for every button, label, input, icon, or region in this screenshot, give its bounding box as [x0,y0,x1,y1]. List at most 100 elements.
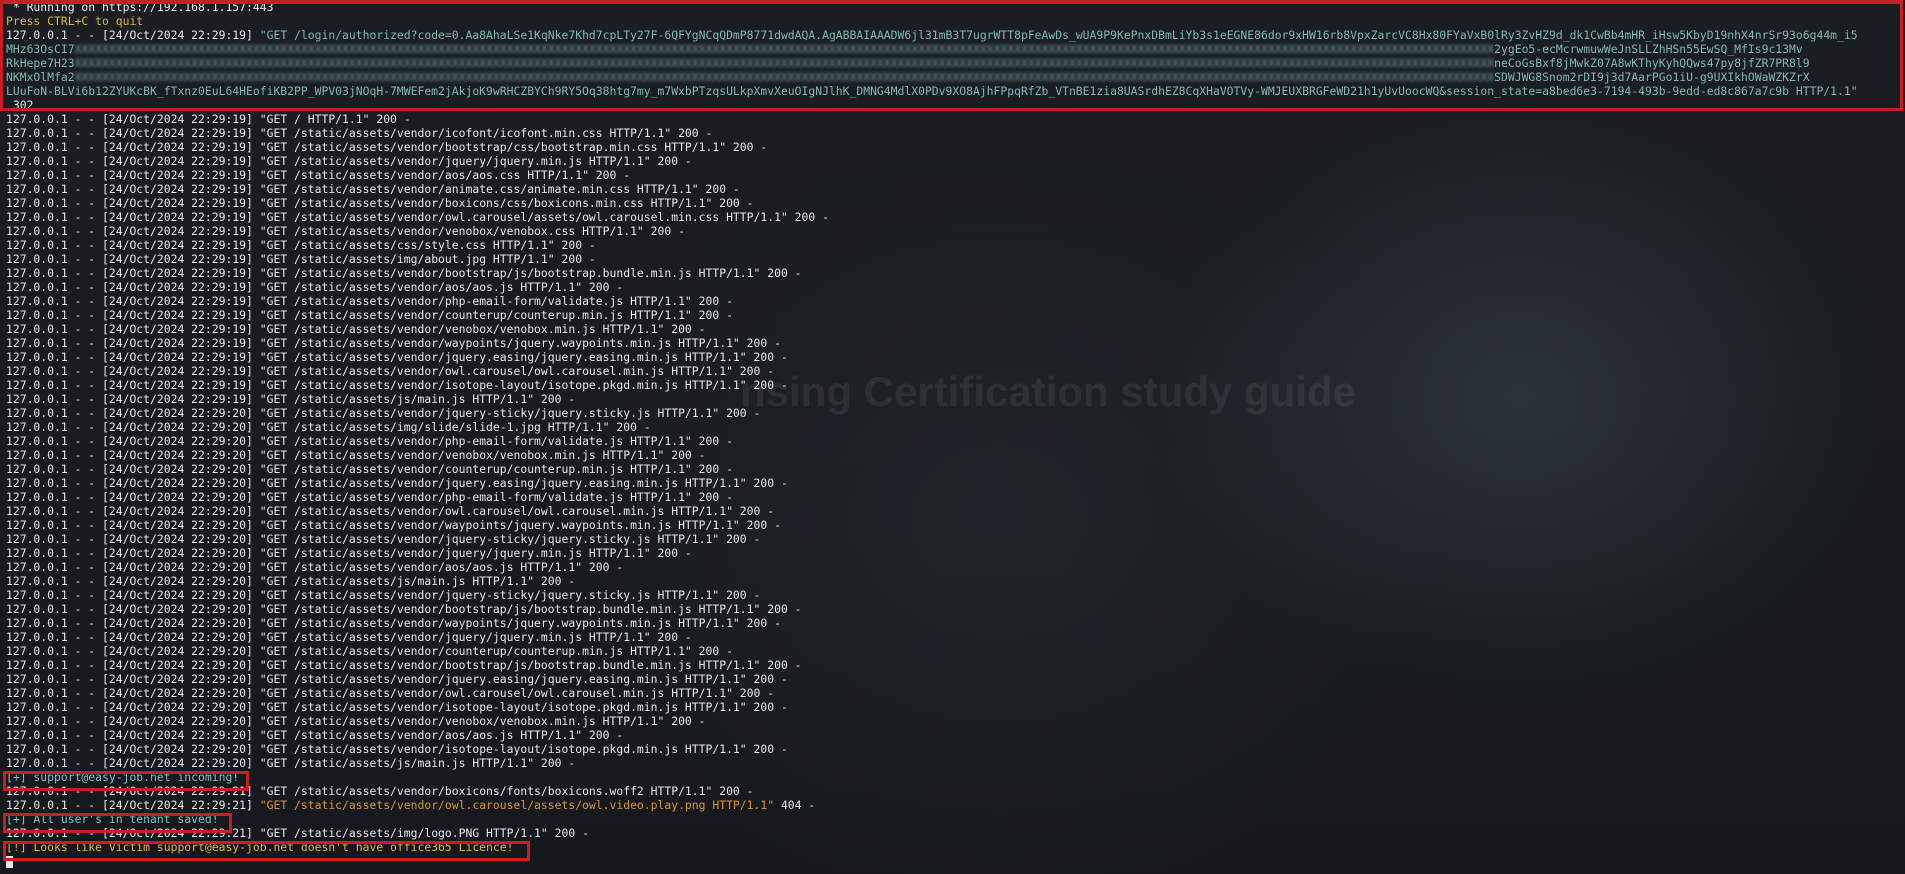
log-request: "GET /static/assets/vendor/jquery.easing… [259,672,788,686]
auth-request-line-5: LUuFoN-BLVi6b12ZYUKcBK_fTxnz0EuL64HEofiK… [6,84,1858,98]
log-prefix: 127.0.0.1 - - [24/Oct/2024 22:29:19] [6,238,260,252]
log-prefix: 127.0.0.1 - - [24/Oct/2024 22:29:19] [6,308,260,322]
tenant-saved-line: [+] All user's in tenant saved! [6,812,219,826]
cursor-line[interactable] [6,854,1901,868]
log-request: "GET /static/assets/vendor/venobox/venob… [259,448,706,462]
log-line: 127.0.0.1 - - [24/Oct/2024 22:29:19] "GE… [6,294,1901,308]
log-line: 127.0.0.1 - - [24/Oct/2024 22:29:20] "GE… [6,462,1901,476]
log-line: 127.0.0.1 - - [24/Oct/2024 22:29:19] "GE… [6,280,1901,294]
log-request: "GET /static/assets/vendor/waypoints/jqu… [259,518,781,532]
terminal-cursor [6,855,13,868]
log-status-404: 404 - [774,798,816,812]
log-line: 127.0.0.1 - - [24/Oct/2024 22:29:19] "GE… [6,350,1901,364]
log-line: 127.0.0.1 - - [24/Oct/2024 22:29:19] "GE… [6,322,1901,336]
auth-token-start-3: RkHepe7H23 [6,56,75,70]
log-prefix: 127.0.0.1 - - [24/Oct/2024 22:29:20] [6,672,260,686]
auth-token-start-4: NKMxOlMfa2 [6,70,75,84]
log-request: "GET /static/assets/vendor/aos/aos.js HT… [259,728,624,742]
log-prefix: 127.0.0.1 - - [24/Oct/2024 22:29:19] [6,280,260,294]
log-line: 127.0.0.1 - - [24/Oct/2024 22:29:20] "GE… [6,504,1901,518]
log-prefix: 127.0.0.1 - - [24/Oct/2024 22:29:20] [6,476,260,490]
quit-hint-line: Press CTRL+C to quit [6,14,144,28]
log-line: 127.0.0.1 - - [24/Oct/2024 22:29:19] "GE… [6,112,1901,126]
log-prefix: 127.0.0.1 - - [24/Oct/2024 22:29:19] [6,210,260,224]
log-prefix: 127.0.0.1 - - [24/Oct/2024 22:29:19] [6,336,260,350]
log-line: 127.0.0.1 - - [24/Oct/2024 22:29:19] "GE… [6,336,1901,350]
log-line: 127.0.0.1 - - [24/Oct/2024 22:29:20] "GE… [6,532,1901,546]
log-prefix: 127.0.0.1 - - [24/Oct/2024 22:29:19] [6,252,260,266]
log-request: "GET /static/assets/vendor/owl.carousel/… [259,504,775,518]
log-prefix: 127.0.0.1 - - [24/Oct/2024 22:29:20] [6,742,260,756]
log-request: "GET /static/assets/vendor/venobox/venob… [259,224,685,238]
log-request: "GET /static/assets/img/logo.PNG HTTP/1.… [259,826,589,840]
log-request: "GET /static/assets/vendor/isotope-layou… [259,378,788,392]
log-request: "GET /static/assets/vendor/aos/aos.css H… [259,168,631,182]
log-line: 127.0.0.1 - - [24/Oct/2024 22:29:20] "GE… [6,672,1901,686]
log-prefix: 127.0.0.1 - - [24/Oct/2024 22:29:19] [6,378,260,392]
log-line: 127.0.0.1 - - [24/Oct/2024 22:29:19] "GE… [6,140,1901,154]
auth-token-end-3: neCoGsBxf8jMwkZ07A8wKThyKyhQQws47py8jfZR… [1494,56,1810,70]
log-prefix: 127.0.0.1 - - [24/Oct/2024 22:29:19] [6,350,260,364]
log-line: 127.0.0.1 - - [24/Oct/2024 22:29:20] "GE… [6,574,1901,588]
log-prefix: 127.0.0.1 - - [24/Oct/2024 22:29:20] [6,448,260,462]
log-line: 127.0.0.1 - - [24/Oct/2024 22:29:19] "GE… [6,392,1901,406]
log-request: "GET /static/assets/vendor/jquery/jquery… [259,630,692,644]
log-line: 127.0.0.1 - - [24/Oct/2024 22:29:19] "GE… [6,168,1901,182]
terminal-output[interactable]: * Running on https://192.168.1.157:443 P… [6,0,1901,868]
log-line: 127.0.0.1 - - [24/Oct/2024 22:29:20] "GE… [6,518,1901,532]
log-prefix: 127.0.0.1 - - [24/Oct/2024 22:29:20] [6,714,260,728]
log-request-404: "GET /static/assets/vendor/owl.carousel/… [259,798,775,812]
log-line: 127.0.0.1 - - [24/Oct/2024 22:29:20] "GE… [6,560,1901,574]
log-request: "GET /static/assets/vendor/php-email-for… [259,490,733,504]
log-request: "GET /static/assets/vendor/counterup/cou… [259,644,733,658]
auth-request-url: "GET /login/authorized?code=0.Aa8AhaLSe1… [259,28,1858,42]
log-request: "GET /static/assets/vendor/counterup/cou… [259,308,733,322]
log-prefix: 127.0.0.1 - - [24/Oct/2024 22:29:20] [6,420,260,434]
log-request: "GET /static/assets/vendor/bootstrap/js/… [259,602,802,616]
request-log: 127.0.0.1 - - [24/Oct/2024 22:29:19] "GE… [6,112,1901,770]
auth-request-prefix: 127.0.0.1 - - [24/Oct/2024 22:29:19] [6,28,260,42]
log-prefix: 127.0.0.1 - - [24/Oct/2024 22:29:20] [6,616,260,630]
log-request: "GET /static/assets/vendor/jquery.easing… [259,350,788,364]
log-request: "GET /static/assets/vendor/jquery/jquery… [259,546,692,560]
log-request: "GET /static/assets/vendor/jquery-sticky… [259,588,761,602]
log-prefix: 127.0.0.1 - - [24/Oct/2024 22:29:19] [6,154,260,168]
log-prefix: 127.0.0.1 - - [24/Oct/2024 22:29:19] [6,364,260,378]
log-prefix: 127.0.0.1 - - [24/Oct/2024 22:29:19] [6,182,260,196]
log-line: 127.0.0.1 - - [24/Oct/2024 22:29:20] "GE… [6,476,1901,490]
log-prefix: 127.0.0.1 - - [24/Oct/2024 22:29:20] [6,602,260,616]
log-prefix: 127.0.0.1 - - [24/Oct/2024 22:29:21] [6,798,260,812]
log-line: 127.0.0.1 - - [24/Oct/2024 22:29:20] "GE… [6,588,1901,602]
log-prefix: 127.0.0.1 - - [24/Oct/2024 22:29:20] [6,630,260,644]
log-line: 127.0.0.1 - - [24/Oct/2024 22:29:19] "GE… [6,126,1901,140]
log-request: "GET /static/assets/vendor/venobox/venob… [259,322,706,336]
log-line: 127.0.0.1 - - [24/Oct/2024 22:29:20] "GE… [6,420,1901,434]
log-line: 127.0.0.1 - - [24/Oct/2024 22:29:20] "GE… [6,448,1901,462]
log-line: 127.0.0.1 - - [24/Oct/2024 22:29:20] "GE… [6,728,1901,742]
auth-token-redacted-2: XXXXXXXXXXXXXXXXXXXXXXXXXXXXXXXXXXXXXXXX… [74,42,1495,56]
log-line: 127.0.0.1 - - [24/Oct/2024 22:29:20] "GE… [6,602,1901,616]
log-request: "GET /static/assets/vendor/waypoints/jqu… [259,336,781,350]
log-prefix: 127.0.0.1 - - [24/Oct/2024 22:29:21] [6,784,260,798]
log-line: 127.0.0.1 - - [24/Oct/2024 22:29:20] "GE… [6,714,1901,728]
log-prefix: 127.0.0.1 - - [24/Oct/2024 22:29:20] [6,434,260,448]
log-request: "GET /static/assets/vendor/owl.carousel/… [259,364,775,378]
log-line: 127.0.0.1 - - [24/Oct/2024 22:29:19] "GE… [6,378,1901,392]
log-request: "GET /static/assets/vendor/animate.css/a… [259,182,740,196]
auth-token-end-4: SDWJWG8Snom2rDI9j3d7AarPGo1iU-g9UXIkhOWa… [1494,70,1810,84]
log-prefix: 127.0.0.1 - - [24/Oct/2024 22:29:19] [6,322,260,336]
log-line: 127.0.0.1 - - [24/Oct/2024 22:29:19] "GE… [6,252,1901,266]
log-line: 127.0.0.1 - - [24/Oct/2024 22:29:20] "GE… [6,658,1901,672]
log-request: "GET /static/assets/vendor/bootstrap/js/… [259,658,802,672]
auth-token-start-2: MHz63OsCI7 [6,42,75,56]
log-line: 127.0.0.1 - - [24/Oct/2024 22:29:20] "GE… [6,406,1901,420]
log-prefix: 127.0.0.1 - - [24/Oct/2024 22:29:20] [6,728,260,742]
log-request: "GET /static/assets/js/main.js HTTP/1.1"… [259,574,576,588]
log-prefix: 127.0.0.1 - - [24/Oct/2024 22:29:20] [6,686,260,700]
log-request: "GET /static/assets/vendor/aos/aos.js HT… [259,280,624,294]
log-request: "GET /static/assets/vendor/bootstrap/css… [259,140,768,154]
log-request: "GET /static/assets/img/slide/slide-1.jp… [259,420,651,434]
log-request: "GET /static/assets/vendor/php-email-for… [259,434,733,448]
server-running-line: * Running on https://192.168.1.157:443 [6,0,274,14]
video-request-line: 127.0.0.1 - - [24/Oct/2024 22:29:21] "GE… [6,798,1901,812]
